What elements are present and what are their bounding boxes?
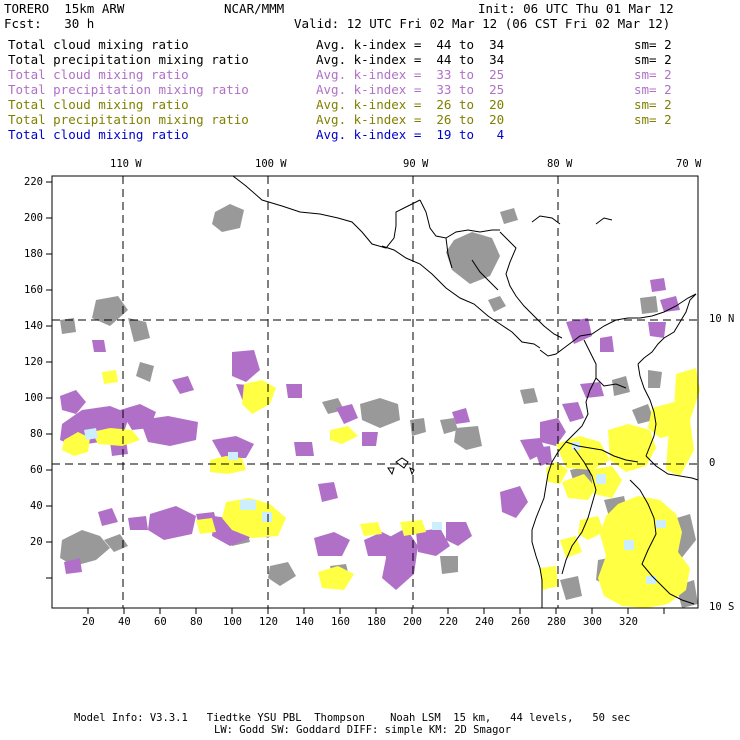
x-tick-label: 40 — [118, 616, 131, 628]
y-tick-label: 20 — [30, 536, 43, 548]
x-tick-label: 60 — [154, 616, 167, 628]
x-tick-label: 140 — [295, 616, 314, 628]
lon-label: 70 W — [676, 158, 702, 170]
lon-label: 80 W — [547, 158, 573, 170]
x-tick-label: 220 — [439, 616, 458, 628]
lon-label: 100 W — [255, 158, 287, 170]
x-tick-label: 280 — [547, 616, 566, 628]
x-tick-label: 180 — [367, 616, 386, 628]
model-info: Model Info: V3.3.1 Tiedtke YSU PBL Thomp… — [74, 712, 631, 724]
y-tick-label: 40 — [30, 500, 43, 512]
lon-label: 90 W — [403, 158, 429, 170]
y-tick-label: 120 — [24, 356, 43, 368]
x-tick-label: 80 — [190, 616, 203, 628]
x-tick-label: 260 — [511, 616, 530, 628]
y-tick-label: 100 — [24, 392, 43, 404]
lat-label: 0 — [709, 457, 716, 469]
mid-cloud-areas — [60, 278, 680, 590]
y-tick-label: 80 — [30, 428, 43, 440]
x-tick-label: 200 — [403, 616, 422, 628]
y-tick-label: 220 — [24, 176, 43, 188]
x-tick-label: 240 — [475, 616, 494, 628]
y-tick-label: 180 — [24, 248, 43, 260]
x-tick-label: 120 — [259, 616, 278, 628]
y-tick-label: 200 — [24, 212, 43, 224]
cloud-fields — [60, 204, 700, 608]
lat-label: 10 N — [709, 313, 735, 325]
y-tick-label: 160 — [24, 284, 43, 296]
y-tick-label: 60 — [30, 464, 43, 476]
x-tick-label: 300 — [583, 616, 602, 628]
lon-label: 110 W — [110, 158, 142, 170]
x-tick-label: 100 — [223, 616, 242, 628]
x-tick-label: 320 — [619, 616, 638, 628]
y-tick-label: 140 — [24, 320, 43, 332]
x-tick-label: 20 — [82, 616, 95, 628]
physics-info: LW: Godd SW: Goddard DIFF: simple KM: 2D… — [214, 724, 512, 736]
forecast-map — [46, 175, 700, 614]
lat-label: 10 S — [709, 601, 735, 613]
x-tick-label: 160 — [331, 616, 350, 628]
